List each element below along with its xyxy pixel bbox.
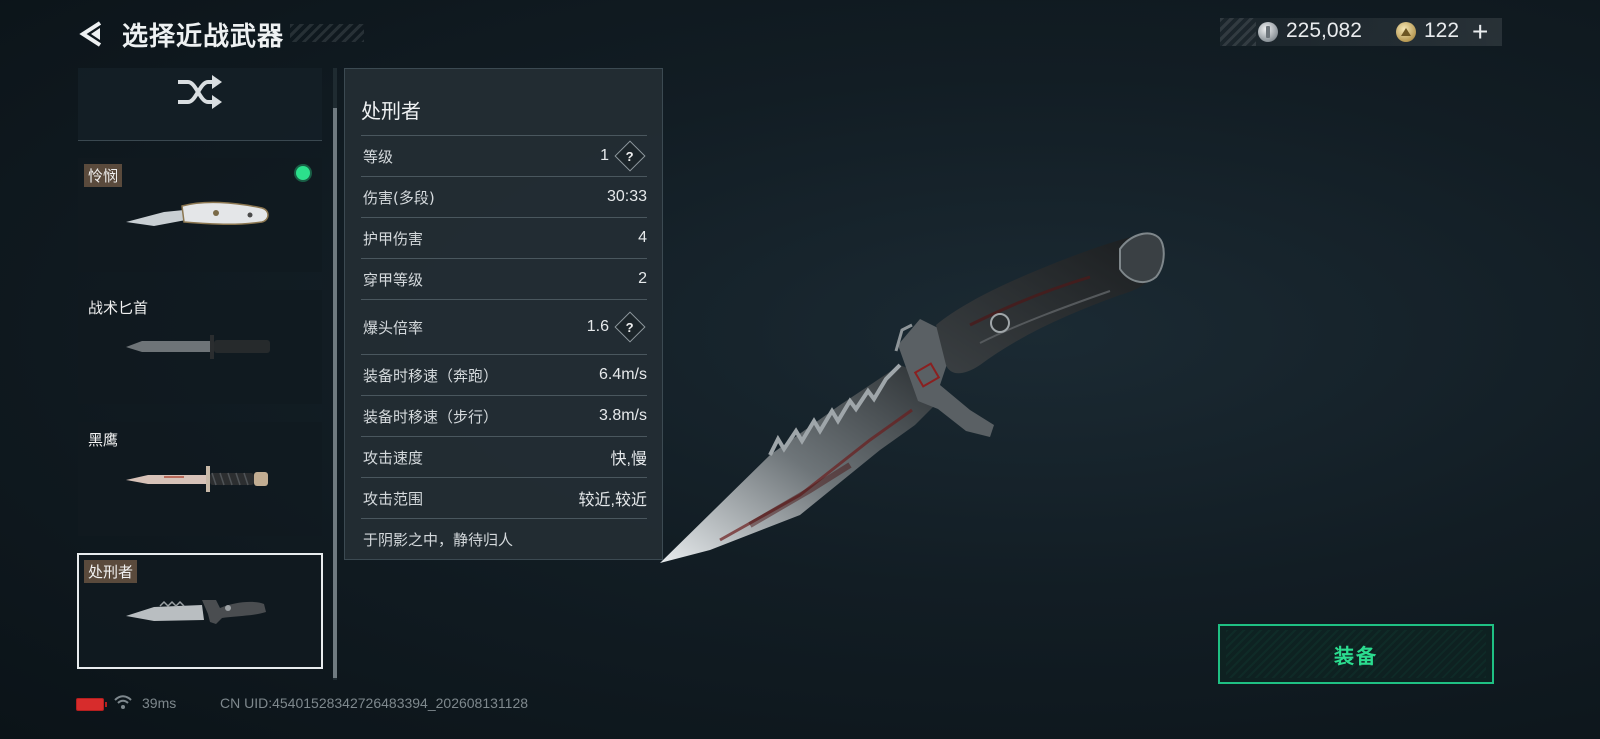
stat-value: 1: [600, 147, 609, 164]
weapon-list-scrollbar[interactable]: [333, 68, 337, 680]
stat-row-level: 等级 1 ?: [361, 135, 647, 176]
stat-value: 2: [638, 270, 647, 287]
stat-label: 伤害(多段): [363, 188, 435, 207]
stat-value: 较近,较近: [578, 492, 647, 509]
knife-thumbnail: [126, 466, 268, 492]
weapon-preview-image[interactable]: [650, 225, 1180, 570]
knife-thumbnail: [126, 201, 269, 226]
weapon-card-label: 黑鹰: [88, 431, 119, 449]
stat-value: 30:33: [606, 188, 647, 205]
weapon-list: 怜悯 战术匕首 黑鹰 处刑者: [77, 68, 324, 672]
stat-row-run-speed: 装备时移速（奔跑） 6.4m/s: [361, 354, 647, 395]
stat-value: 快,慢: [610, 451, 647, 468]
currency-decoration: [1220, 18, 1256, 46]
gold-coin-icon: [1396, 22, 1416, 42]
stat-label: 爆头倍率: [363, 318, 424, 337]
equip-button[interactable]: 装备: [1218, 624, 1494, 684]
weapon-card-mercy[interactable]: 怜悯: [78, 158, 322, 272]
wifi-icon: [114, 695, 132, 709]
stat-label: 攻击速度: [363, 448, 424, 467]
weapon-card-black-hawk[interactable]: 黑鹰: [78, 422, 322, 536]
stats-table: 等级 1 ? 伤害(多段) 30:33 护甲伤害 4 穿甲等级 2 爆头倍率 1…: [361, 135, 647, 559]
stat-row-penetration: 穿甲等级 2: [361, 258, 647, 299]
stat-value: 4: [638, 229, 647, 246]
stat-row-attack-range: 攻击范围 较近,较近: [361, 477, 647, 518]
random-weapon-button[interactable]: [78, 68, 322, 141]
page-title: 选择近战武器: [122, 22, 285, 52]
back-icon[interactable]: [78, 20, 106, 48]
weapon-card-label: 处刑者: [84, 560, 138, 583]
stat-label: 攻击范围: [363, 489, 424, 508]
stat-value: 1.6: [586, 318, 609, 335]
knife-thumbnail: [126, 335, 270, 359]
weapon-name: 处刑者: [361, 99, 421, 123]
stat-row-armor-damage: 护甲伤害 4: [361, 217, 647, 258]
flavor-text: 于阴影之中，静待归人: [361, 518, 647, 559]
scrollbar-thumb[interactable]: [333, 108, 337, 678]
title-decoration: [290, 24, 364, 42]
equipped-indicator: [296, 166, 310, 180]
add-currency-button[interactable]: +: [1472, 16, 1488, 48]
stat-label: 等级: [363, 147, 394, 166]
weapon-card-tactical-dagger[interactable]: 战术匕首: [78, 290, 322, 404]
equip-button-label: 装备: [1334, 643, 1378, 668]
stat-value: 3.8m/s: [598, 407, 647, 424]
weapon-detail-panel: 处刑者 等级 1 ? 伤害(多段) 30:33 护甲伤害 4 穿甲等级 2 爆头…: [344, 68, 663, 560]
stat-label: 装备时移速（奔跑）: [363, 366, 499, 385]
weapon-card-label: 战术匕首: [88, 299, 149, 317]
knife-thumbnail: [126, 600, 266, 624]
battery-icon: [76, 698, 107, 711]
stat-row-walk-speed: 装备时移速（步行） 3.8m/s: [361, 395, 647, 436]
stat-label: 装备时移速（步行）: [363, 407, 499, 426]
shuffle-icon: [178, 75, 222, 109]
silver-coin-icon: [1258, 22, 1278, 42]
stat-row-headshot: 爆头倍率 1.6 ?: [361, 299, 647, 354]
weapon-card-executioner[interactable]: 处刑者: [77, 553, 323, 669]
silver-amount: 225,082: [1286, 19, 1362, 42]
currency-bar: 225,082 122 +: [1220, 16, 1502, 48]
stat-value: 6.4m/s: [598, 366, 647, 383]
stat-label: 穿甲等级: [363, 270, 424, 289]
weapon-card-label: 怜悯: [84, 164, 123, 187]
stat-row-attack-speed: 攻击速度 快,慢: [361, 436, 647, 477]
user-id: CN UID:4540152834272​6483394_20260813112…: [220, 695, 529, 711]
stat-row-damage: 伤害(多段) 30:33: [361, 176, 647, 217]
help-icon[interactable]: ?: [614, 140, 646, 172]
help-icon[interactable]: ?: [614, 311, 646, 343]
gold-amount: 122: [1424, 19, 1460, 42]
ping-readout: 39ms: [142, 695, 177, 711]
stat-label: 护甲伤害: [363, 229, 424, 248]
